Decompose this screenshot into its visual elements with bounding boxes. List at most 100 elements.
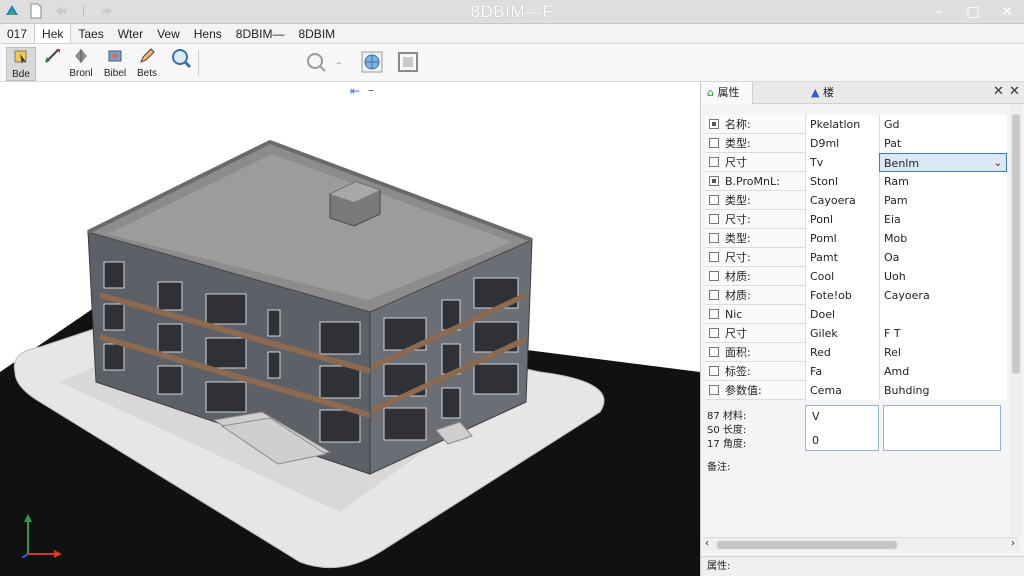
- property-name: 类型:: [725, 137, 751, 150]
- multi-extra-input[interactable]: [883, 405, 1001, 451]
- property-extra[interactable]: Amd: [879, 362, 1007, 381]
- notes-label: 备注:: [707, 462, 731, 473]
- property-value[interactable]: D9ml: [805, 134, 879, 153]
- horizontal-scrollbar[interactable]: ‹ ›: [703, 537, 1019, 551]
- edit-button[interactable]: Bets: [132, 47, 162, 81]
- rotate-button[interactable]: Bronl: [66, 47, 96, 81]
- zoom-fit-button[interactable]: [166, 47, 196, 81]
- building-model[interactable]: [0, 82, 700, 576]
- property-row[interactable]: 类型: D9ml Pat: [705, 134, 1007, 153]
- zoom-fit-icon: [170, 47, 192, 72]
- tab-floors-label: 楼: [822, 86, 834, 99]
- property-value[interactable]: Tv: [805, 153, 879, 172]
- property-extra[interactable]: Pam: [879, 191, 1007, 210]
- menu-wter[interactable]: Wter: [111, 24, 150, 43]
- property-row[interactable]: Nic Doel: [705, 305, 1007, 324]
- property-row[interactable]: B.ProMnL: Stonl Ram: [705, 172, 1007, 191]
- property-value[interactable]: Cayoera: [805, 191, 879, 210]
- menu-taes[interactable]: Taes: [71, 24, 110, 43]
- property-row[interactable]: 尺寸 Tv Benlm ⌄: [705, 153, 1007, 172]
- scroll-left-icon[interactable]: ‹: [705, 538, 709, 549]
- property-extra[interactable]: Cayoera: [879, 286, 1007, 305]
- property-value[interactable]: Red: [805, 343, 879, 362]
- frame-icon[interactable]: [396, 50, 420, 77]
- property-row[interactable]: 尺寸: Pamt Oa: [705, 248, 1007, 267]
- vertical-scrollbar[interactable]: [1010, 104, 1022, 536]
- property-extra[interactable]: Eia: [879, 210, 1007, 229]
- property-value[interactable]: Poml: [805, 229, 879, 248]
- select-button[interactable]: Bde: [6, 47, 36, 81]
- property-extra[interactable]: Buhding: [879, 381, 1007, 400]
- maximize-button[interactable]: □: [956, 0, 990, 24]
- tab-properties-icon: ⌂: [707, 86, 714, 99]
- property-value[interactable]: Fote!ob: [805, 286, 879, 305]
- property-value[interactable]: Pamt: [805, 248, 879, 267]
- property-extra[interactable]: Gd: [879, 115, 1007, 134]
- property-value[interactable]: Fa: [805, 362, 879, 381]
- property-row[interactable]: 参数值: Cema Buhding: [705, 381, 1007, 400]
- panel-close-icon[interactable]: ✕: [993, 84, 1004, 99]
- scroll-thumb[interactable]: [717, 541, 897, 549]
- property-name: 材质:: [725, 270, 751, 283]
- property-extra[interactable]: Pat: [879, 134, 1007, 153]
- property-row[interactable]: 标签: Fa Amd: [705, 362, 1007, 381]
- property-extra[interactable]: Uoh: [879, 267, 1007, 286]
- multi-value-input[interactable]: V 0: [805, 405, 879, 451]
- property-row[interactable]: 尺寸 Gilek F T: [705, 324, 1007, 343]
- tab-properties-label: 属性: [717, 86, 740, 99]
- property-value[interactable]: Pkelatlon: [805, 115, 879, 134]
- property-value[interactable]: Gilek: [805, 324, 879, 343]
- tab-floors[interactable]: ▲ 楼: [805, 82, 865, 104]
- panel-header: ⌂ 属性 ▲ 楼 ✕ ✕: [701, 82, 1024, 104]
- panel-close-icon-2[interactable]: ✕: [1009, 84, 1020, 99]
- property-name: 尺寸:: [725, 213, 751, 226]
- property-name: 类型:: [725, 232, 751, 245]
- scroll-thumb[interactable]: [1012, 114, 1020, 374]
- property-extra[interactable]: Ram: [879, 172, 1007, 191]
- property-row[interactable]: 尺寸: Ponl Eia: [705, 210, 1007, 229]
- property-row[interactable]: 面积: Red Rel: [705, 343, 1007, 362]
- move-button[interactable]: [38, 47, 68, 81]
- property-row[interactable]: 材质: Cool Uoh: [705, 267, 1007, 286]
- property-value[interactable]: Cool: [805, 267, 879, 286]
- property-value[interactable]: Ponl: [805, 210, 879, 229]
- menu-hens[interactable]: Hens: [187, 24, 229, 43]
- property-row[interactable]: 类型: Cayoera Pam: [705, 191, 1007, 210]
- property-extra[interactable]: Rel: [879, 343, 1007, 362]
- chevron-down-icon[interactable]: ⌄: [994, 154, 1002, 171]
- property-value[interactable]: Cema: [805, 381, 879, 400]
- property-name: 参数值:: [725, 384, 762, 397]
- scroll-right-icon[interactable]: ›: [1011, 538, 1015, 549]
- property-extra[interactable]: Oa: [879, 248, 1007, 267]
- menu-8dbim[interactable]: 8DBIM: [291, 24, 342, 43]
- property-row[interactable]: 名称: Pkelatlon Gd: [705, 115, 1007, 134]
- edit-icon: [138, 47, 156, 68]
- menu-8dbim-dash[interactable]: 8DBIM—: [229, 24, 292, 43]
- minimize-button[interactable]: –: [922, 0, 956, 24]
- property-extra[interactable]: Mob: [879, 229, 1007, 248]
- property-name: 标签:: [725, 365, 751, 378]
- 3d-viewport[interactable]: ⇤ –: [0, 82, 700, 576]
- property-value[interactable]: Doel: [805, 305, 879, 324]
- property-extra[interactable]: F T: [879, 324, 1007, 343]
- select-label: Bde: [12, 69, 30, 80]
- zoom-icon[interactable]: [306, 52, 328, 77]
- tab-properties[interactable]: ⌂ 属性: [701, 82, 753, 104]
- close-button[interactable]: ✕: [990, 0, 1024, 24]
- globe-icon[interactable]: [360, 50, 384, 77]
- rotate-label: Bronl: [69, 68, 93, 79]
- property-extra[interactable]: [879, 305, 1007, 324]
- layers-button[interactable]: Bibel: [100, 47, 130, 81]
- property-row[interactable]: 材质: Fote!ob Cayoera: [705, 286, 1007, 305]
- property-row[interactable]: 类型: Poml Mob: [705, 229, 1007, 248]
- property-value[interactable]: Stonl: [805, 172, 879, 191]
- tab-floors-icon: ▲: [811, 86, 820, 99]
- nav-arrow-icon[interactable]: ⇤: [350, 84, 360, 98]
- menu-hek[interactable]: Hek: [34, 24, 72, 43]
- property-name: 名称:: [725, 118, 751, 131]
- property-name: Nic: [725, 308, 743, 321]
- menu-file[interactable]: 017: [0, 24, 34, 43]
- ribbon-divider: [198, 50, 199, 76]
- menu-view[interactable]: Vew: [150, 24, 187, 43]
- property-dropdown[interactable]: Benlm ⌄: [879, 153, 1007, 172]
